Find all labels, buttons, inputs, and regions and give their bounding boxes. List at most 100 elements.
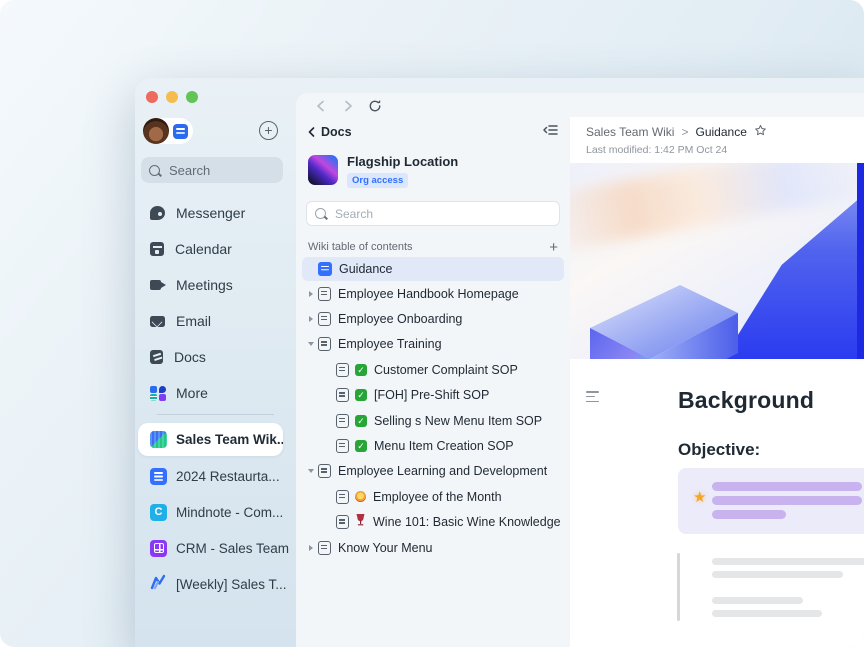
tree-item-guidance[interactable]: Guidance [302,257,564,281]
tree-item-menu-item-creation-sop[interactable]: ✓ Menu Item Creation SOP [296,433,570,458]
sidebar-search-input[interactable] [167,162,275,179]
sidebar-doc-mindnote[interactable]: C Mindnote - Com... [135,494,296,530]
doc-outline-icon [336,414,349,428]
sidebar-doc-2024-restaurant[interactable]: 2024 Restaurta... [135,458,296,494]
chevron-right-icon[interactable] [309,316,313,322]
add-page-button[interactable]: + [549,242,558,253]
wine-emoji-icon [355,513,366,531]
weekly-chart-icon [150,574,167,595]
messenger-icon [150,206,165,220]
sidebar-item-email[interactable]: Email [135,303,296,339]
sidebar-search[interactable] [141,157,283,183]
sidebar-item-messenger[interactable]: Messenger [135,195,296,231]
sidebar-item-label: Meetings [176,277,233,293]
workspace-badge-icon [173,124,188,139]
tree-item-wine-101[interactable]: Wine 101: Basic Wine Knowledge [296,510,570,535]
doc-outline-icon [336,515,349,529]
sidebar-nav: Messenger Calendar Meetings Email Docs [135,195,296,602]
wiki-search[interactable] [306,201,560,226]
user-avatar [143,118,169,144]
tree-item-label: [FOH] Pre-Shift SOP [374,388,489,402]
document-pane: Sales Team Wiki > Guidance Last modified… [570,117,864,647]
back-to-docs-label: Docs [321,125,352,139]
search-icon [149,165,160,176]
placeholder-text-bar [712,482,862,491]
sidebar-doc-crm[interactable]: CRM - Sales Team [135,530,296,566]
placeholder-text-bar [712,558,864,565]
meetings-icon [150,280,161,290]
sidebar-doc-label: [Weekly] Sales T... [176,577,287,592]
add-account-button[interactable]: + [259,121,278,140]
tree-item-know-your-menu[interactable]: Know Your Menu [296,535,570,560]
favorite-star-icon[interactable] [754,124,767,140]
wiki-search-input[interactable] [333,206,551,222]
back-button[interactable] [312,98,328,114]
tree-item-label: Wine 101: Basic Wine Knowledge [373,515,561,529]
refresh-button[interactable] [367,98,383,114]
tree-item-label: Know Your Menu [338,541,433,555]
more-apps-icon [150,386,165,401]
doc-outline-icon [336,439,349,453]
back-to-docs-button[interactable]: Docs [308,125,352,139]
doc-heading: Background [678,387,864,414]
placeholder-text-bar [712,496,862,505]
tree-item-employee-onboarding[interactable]: Employee Onboarding [296,306,570,331]
placeholder-text-bar [712,597,803,604]
doc-outline-icon [318,337,331,351]
tree-item-label: Menu Item Creation SOP [374,439,514,453]
cover-image [570,163,864,359]
zoom-window-button[interactable] [186,91,198,103]
outline-toggle-icon[interactable] [586,391,600,405]
org-access-badge: Org access [347,173,408,188]
sidebar-item-calendar[interactable]: Calendar [135,231,296,267]
collapse-panel-icon[interactable] [543,123,558,141]
tree-item-label: Employee of the Month [373,490,502,504]
tree-item-label: Employee Learning and Development [338,464,547,478]
workspace-header[interactable]: Flagship Location Org access [308,155,570,188]
placeholder-text-bar [712,610,822,617]
chevron-right-icon[interactable] [309,545,313,551]
wiki-panel: Docs Flagship Location Org access [296,117,570,647]
tree-item-selling-new-menu-item-sop[interactable]: ✓ Selling s New Menu Item SOP [296,408,570,433]
tree-item-foh-preshift-sop[interactable]: ✓ [FOH] Pre-Shift SOP [296,383,570,408]
email-icon [150,316,165,327]
chevron-down-icon[interactable] [308,469,314,473]
minimize-window-button[interactable] [166,91,178,103]
sidebar-doc-sales-team-wiki[interactable]: Sales Team Wik... [138,423,283,456]
doc-outline-icon [318,312,331,326]
tree-item-employee-handbook[interactable]: Employee Handbook Homepage [296,281,570,306]
doc-outline-icon [336,490,349,504]
breadcrumb: Sales Team Wiki > Guidance [586,124,864,140]
breadcrumb-separator: > [681,125,688,139]
sidebar-item-label: Email [176,313,211,329]
forward-button[interactable] [340,98,356,114]
workspace-icon [308,155,338,185]
tree-item-employee-of-the-month[interactable]: Employee of the Month [296,484,570,509]
tree-item-employee-learning-development[interactable]: Employee Learning and Development [296,459,570,484]
tree-item-label: Guidance [339,262,393,276]
objective-callout: ★ [678,468,864,534]
wiki-icon [150,431,167,448]
sidebar-item-meetings[interactable]: Meetings [135,267,296,303]
sidebar-item-docs[interactable]: Docs [135,339,296,375]
chevron-right-icon[interactable] [309,291,313,297]
crm-icon [150,540,167,557]
sidebar-doc-label: Sales Team Wik... [176,432,283,447]
doc-outline-icon [318,287,331,301]
sidebar-item-more[interactable]: More [135,375,296,411]
app-sidebar: + Messenger Calendar Meetings [135,78,296,647]
tree-item-label: Employee Training [338,337,442,351]
tree-item-customer-complaint-sop[interactable]: ✓ Customer Complaint SOP [296,357,570,382]
quote-block-marker [677,553,680,621]
account-switcher[interactable] [143,118,193,144]
close-window-button[interactable] [146,91,158,103]
breadcrumb-root-link[interactable]: Sales Team Wiki [586,125,674,139]
tree-item-employee-training[interactable]: Employee Training [296,332,570,357]
toc-title: Wiki table of contents [308,241,413,253]
check-emoji-icon: ✓ [355,364,367,376]
sidebar-doc-label: Mindnote - Com... [176,505,283,520]
chevron-down-icon[interactable] [308,342,314,346]
window-controls [146,91,198,103]
sidebar-doc-weekly-sales[interactable]: [Weekly] Sales T... [135,566,296,602]
tree-item-label: Customer Complaint SOP [374,363,518,377]
